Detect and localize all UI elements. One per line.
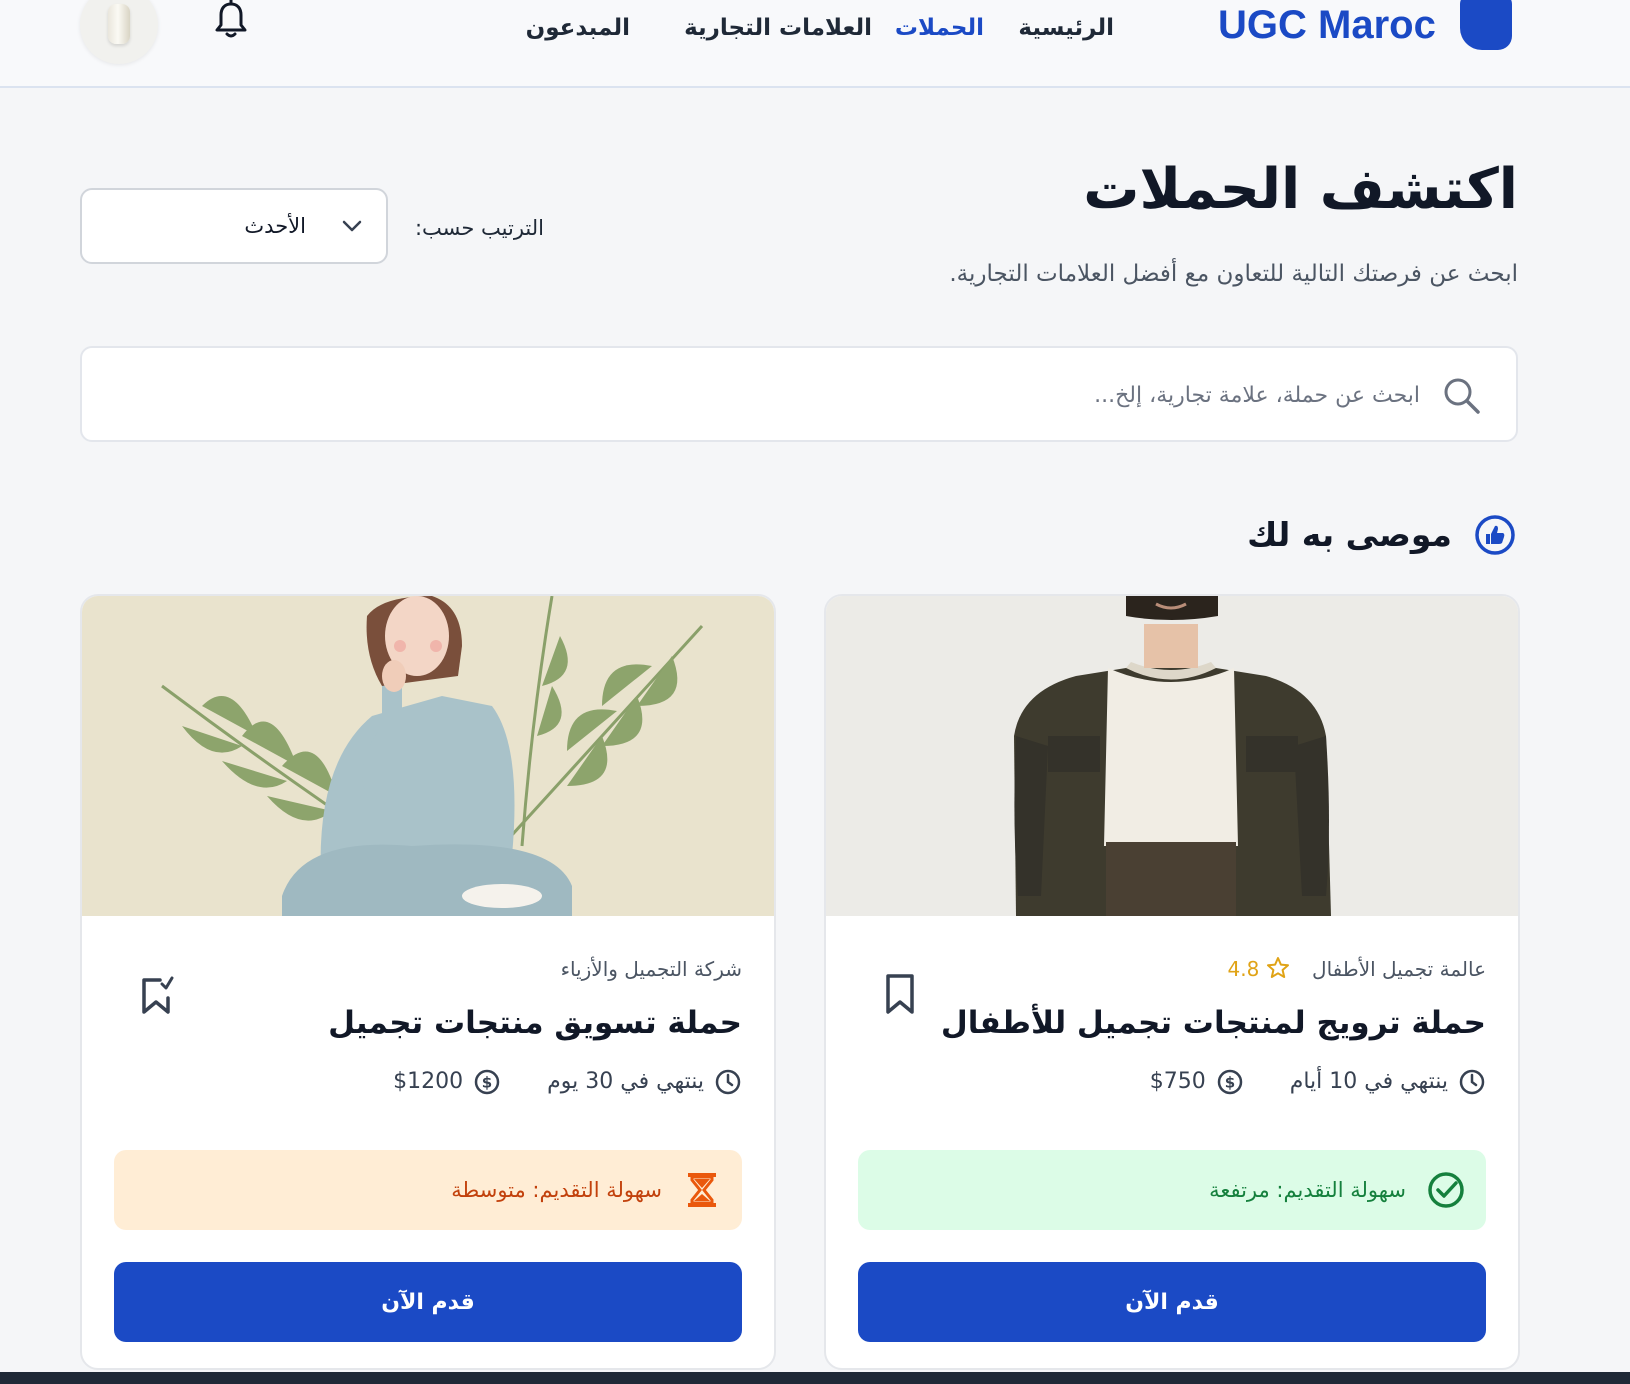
campaign-card[interactable]: عالمة تجميل الأطفال 4.8 حملة ترويج لمنتج… <box>824 594 1520 1370</box>
thumbs-up-icon <box>1475 515 1515 555</box>
dollar-icon: $ <box>474 1069 500 1095</box>
brand-name: عالمة تجميل الأطفال <box>1312 957 1486 981</box>
deadline-text: ينتهي في 10 أيام <box>1289 1069 1448 1094</box>
campaign-title: حملة ترويج لمنتجات تجميل للأطفال <box>940 1005 1486 1041</box>
section-title: موصى به لك <box>1247 515 1452 554</box>
brand-name: شركة التجميل والأزياء <box>560 957 742 981</box>
page-title: اكتشف الحملات <box>1083 157 1518 222</box>
bookmark-icon[interactable] <box>882 972 918 1016</box>
apply-button[interactable]: قدم الآن <box>114 1262 742 1342</box>
campaign-image <box>82 596 774 916</box>
campaign-meta: ينتهي في 30 يوم $ $1200 <box>393 1062 742 1102</box>
budget: $ $1200 <box>393 1062 501 1102</box>
budget-text: $1200 <box>393 1069 464 1094</box>
budget-text: $750 <box>1149 1069 1206 1094</box>
search-icon[interactable] <box>1442 376 1482 416</box>
campaign-card[interactable]: شركة التجميل والأزياء حملة تسويق منتجات … <box>80 594 776 1370</box>
campaign-meta: ينتهي في 10 أيام $ $750 <box>1150 1062 1486 1102</box>
clock-icon <box>715 1069 741 1095</box>
nav-item-brands[interactable]: العلامات التجارية <box>684 8 872 48</box>
campaign-title: حملة تسويق منتجات تجميل <box>328 1005 742 1041</box>
campaign-image <box>826 596 1518 916</box>
avatar[interactable] <box>80 0 158 64</box>
ease-text: سهولة التقديم: مرتفعة <box>1209 1178 1406 1202</box>
bell-icon[interactable] <box>212 0 250 40</box>
rating: 4.8 <box>1228 957 1290 981</box>
deadline-text: ينتهي في 30 يوم <box>547 1069 704 1094</box>
deadline: ينتهي في 30 يوم <box>547 1062 742 1102</box>
nav-item-creators[interactable]: المبدعون <box>526 8 630 48</box>
check-circle-icon <box>1428 1172 1464 1208</box>
ease-badge: سهولة التقديم: متوسطة <box>114 1150 742 1230</box>
nav-item-campaigns[interactable]: الحملات <box>895 8 984 48</box>
logo-text[interactable]: UGC Maroc <box>1218 0 1448 50</box>
sort-dropdown[interactable]: الأحدث <box>80 188 388 264</box>
apply-button[interactable]: قدم الآن <box>858 1262 1486 1342</box>
top-navbar: UGC Maroc الرئيسية الحملات العلامات التج… <box>0 0 1630 88</box>
rating-value: 4.8 <box>1227 957 1260 981</box>
search-bar <box>80 346 1518 442</box>
nav-item-home[interactable]: الرئيسية <box>1018 8 1114 48</box>
bottom-bar <box>0 1372 1630 1384</box>
ease-text: سهولة التقديم: متوسطة <box>451 1178 662 1202</box>
hourglass-icon <box>688 1173 716 1207</box>
budget: $ $750 <box>1150 1062 1244 1102</box>
dollar-icon: $ <box>1217 1069 1242 1095</box>
chevron-down-icon <box>342 220 362 232</box>
sort-label: الترتيب حسب: <box>414 216 544 240</box>
page-subtitle: ابحث عن فرصتك التالية للتعاون مع أفضل ال… <box>949 261 1518 287</box>
brand-line: عالمة تجميل الأطفال 4.8 <box>1228 952 1486 986</box>
bookmark-check-icon[interactable] <box>138 972 174 1016</box>
ease-badge: سهولة التقديم: مرتفعة <box>858 1150 1486 1230</box>
avatar-image <box>108 4 130 44</box>
logo-icon[interactable] <box>1460 0 1512 50</box>
search-input[interactable] <box>520 370 1420 420</box>
clock-icon <box>1459 1069 1485 1095</box>
deadline: ينتهي في 10 أيام <box>1290 1062 1486 1102</box>
svg-text:$: $ <box>482 1074 492 1092</box>
sort-selected-value: الأحدث <box>244 214 306 238</box>
svg-text:$: $ <box>1225 1074 1235 1092</box>
star-icon <box>1266 957 1289 978</box>
